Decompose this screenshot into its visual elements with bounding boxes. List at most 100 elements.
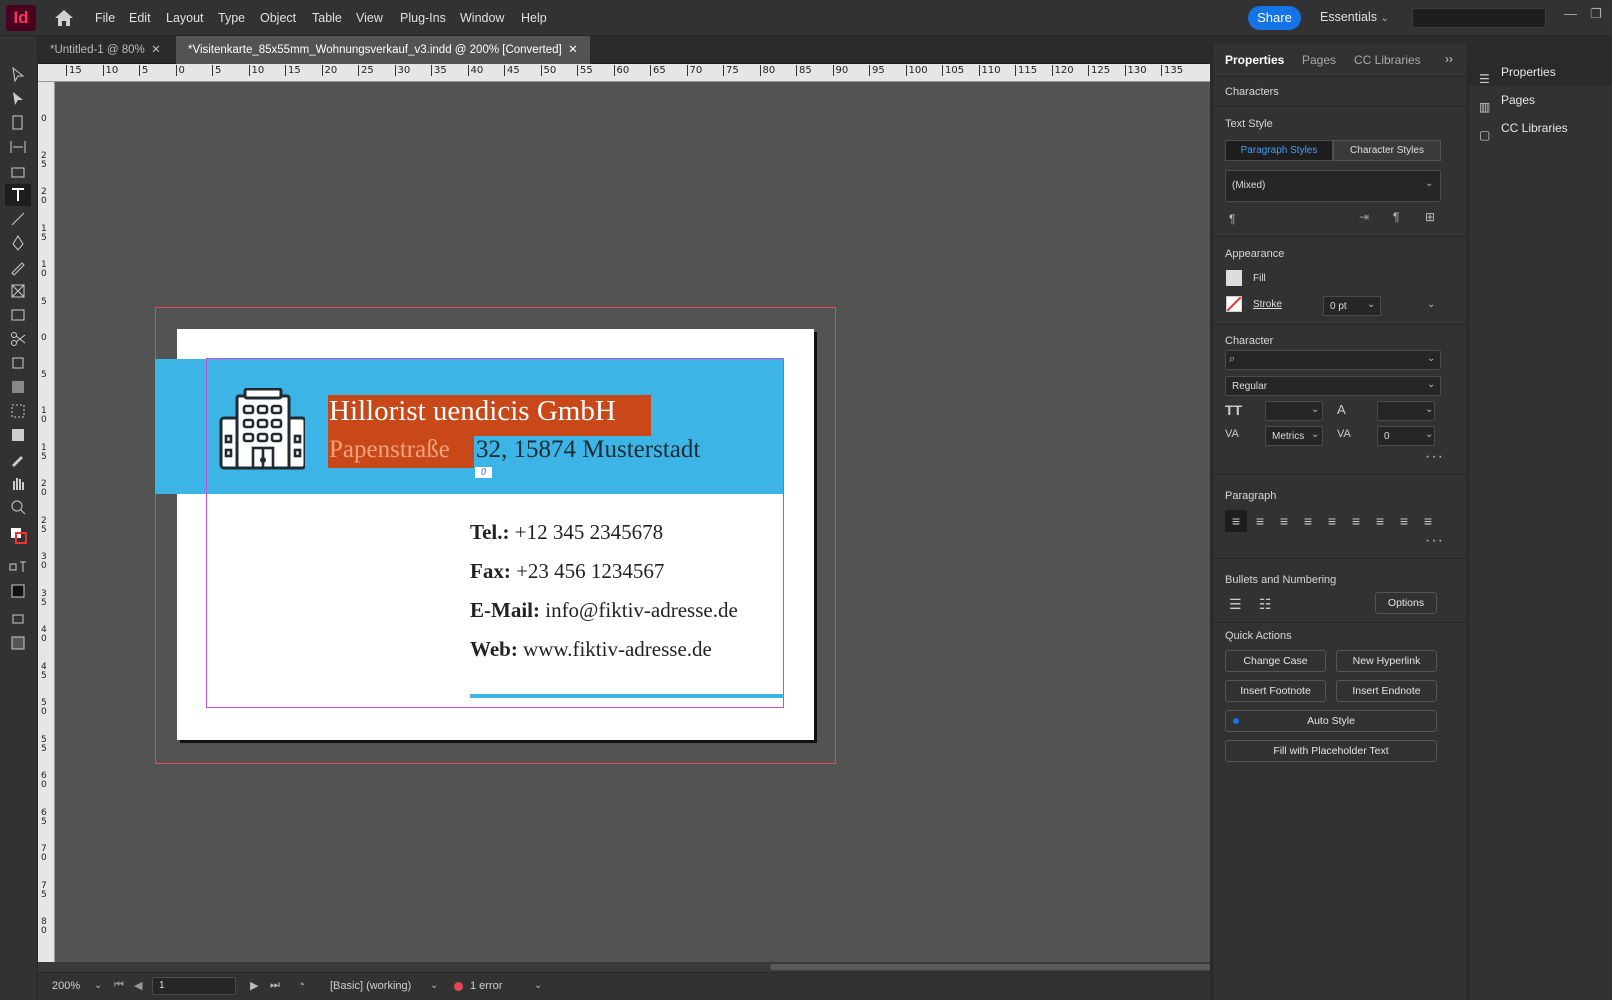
content-collector-icon[interactable] [5, 160, 31, 182]
menu-type[interactable]: Type [218, 0, 245, 36]
restore-icon[interactable]: ❐ [1590, 6, 1602, 22]
last-page-icon[interactable]: ⏭ [270, 979, 280, 992]
align-toward-spine-icon[interactable]: ≡ [1393, 510, 1415, 532]
overset-indicator[interactable]: 0 [474, 466, 493, 479]
scrollbar-thumb[interactable] [770, 964, 1262, 970]
new-style-icon[interactable]: ⊞ [1425, 210, 1435, 224]
menu-window[interactable]: Window [460, 0, 504, 36]
chevron-down-icon[interactable]: ⌄ [94, 980, 102, 991]
style-dropdown[interactable]: (Mixed) [1225, 170, 1441, 202]
chevron-down-icon[interactable]: ⌄ [534, 980, 542, 991]
scissors-tool-icon[interactable] [5, 328, 31, 350]
align-center-icon[interactable]: ≡ [1249, 510, 1271, 532]
chevron-down-icon[interactable]: ⌄ [1425, 429, 1433, 440]
hand-tool-icon[interactable] [5, 472, 31, 494]
horizontal-ruler[interactable]: 15 10 5 0 5 10 15 20 25 30 35 40 45 50 55 60 65 70 75 80 85 9… [38, 64, 1210, 82]
numbered-list-icon[interactable]: ☷ [1259, 596, 1272, 613]
panel-item-pages[interactable]: ▥ Pages [1469, 86, 1612, 114]
justify-center-icon[interactable]: ≡ [1321, 510, 1343, 532]
justify-left-icon[interactable]: ≡ [1297, 510, 1319, 532]
street-address[interactable]: Papenstraße [329, 436, 450, 464]
type-tool-icon[interactable] [5, 184, 31, 206]
note-tool-icon[interactable] [5, 424, 31, 446]
panel-menu-icon[interactable]: ›› [1445, 52, 1453, 66]
chevron-down-icon[interactable]: ⌄ [1425, 404, 1433, 415]
tab-cc-libraries[interactable]: CC Libraries [1354, 44, 1421, 76]
tab-pages[interactable]: Pages [1302, 44, 1336, 76]
gradient-feather-tool-icon[interactable] [5, 400, 31, 422]
chevron-down-icon[interactable]: ⌄ [430, 980, 438, 991]
zoom-tool-icon[interactable] [5, 496, 31, 518]
free-transform-tool-icon[interactable] [5, 352, 31, 374]
close-icon[interactable]: ✕ [568, 44, 578, 56]
gradient-tool-icon[interactable] [5, 376, 31, 398]
share-button[interactable]: Share [1248, 6, 1301, 30]
bulleted-list-icon[interactable]: ☰ [1229, 596, 1242, 613]
change-case-button[interactable]: Change Case [1225, 650, 1326, 672]
stroke-label[interactable]: Stroke [1253, 299, 1282, 310]
chevron-down-icon[interactable]: ⌄ [1367, 299, 1375, 310]
menu-file[interactable]: File [95, 0, 115, 36]
paragraph-style-options-icon[interactable]: ¶ [1393, 210, 1399, 224]
contact-email[interactable]: E-Mail: info@fiktiv-adresse.de [470, 598, 738, 623]
screen-mode-icon[interactable] [5, 608, 31, 630]
next-page-icon[interactable]: ▶ [250, 979, 258, 992]
more-options-icon[interactable]: ··· [1425, 448, 1444, 466]
prev-page-icon[interactable]: ◀ [134, 979, 142, 992]
insert-endnote-button[interactable]: Insert Endnote [1336, 680, 1437, 702]
align-away-spine-icon[interactable]: ≡ [1417, 510, 1439, 532]
first-page-icon[interactable]: ⏮ [114, 979, 124, 992]
error-count[interactable]: 1 error [470, 980, 502, 992]
company-name[interactable]: Hillorist uendicis GmbH [329, 395, 616, 428]
auto-style-button[interactable]: Auto Style [1225, 710, 1437, 732]
panel-item-properties[interactable]: ☰ Properties [1469, 58, 1612, 86]
font-family-field[interactable] [1225, 350, 1441, 370]
menu-object[interactable]: Object [260, 0, 296, 36]
menu-view[interactable]: View [356, 0, 383, 36]
insert-footnote-button[interactable]: Insert Footnote [1225, 680, 1326, 702]
edit-view-icon[interactable] [5, 632, 31, 654]
page-tool-icon[interactable] [5, 112, 31, 134]
menu-edit[interactable]: Edit [129, 0, 151, 36]
preflight-icon[interactable]: ◔ [298, 979, 305, 991]
city-address[interactable]: 32, 15874 Musterstadt [476, 436, 700, 464]
rectangle-frame-tool-icon[interactable] [5, 280, 31, 302]
minimize-icon[interactable]: — [1564, 6, 1577, 21]
eyedropper-tool-icon[interactable] [5, 448, 31, 470]
building-icon[interactable] [219, 387, 307, 470]
justify-right-icon[interactable]: ≡ [1345, 510, 1367, 532]
menu-plugins[interactable]: Plug-Ins [400, 0, 446, 36]
font-style-dropdown[interactable]: Regular [1225, 376, 1441, 396]
pencil-tool-icon[interactable] [5, 256, 31, 278]
chevron-down-icon[interactable]: ⌄ [1311, 404, 1319, 415]
search-input[interactable] [1412, 8, 1546, 28]
workspace-switcher[interactable]: Essentials ⌄ [1320, 0, 1389, 36]
chevron-down-icon[interactable]: ⌄ [1427, 379, 1435, 390]
chevron-down-icon[interactable]: ⌄ [1427, 353, 1435, 364]
fill-placeholder-button[interactable]: Fill with Placeholder Text [1225, 740, 1437, 762]
page-number-field[interactable]: 1 [152, 977, 236, 995]
clear-overrides-icon[interactable]: ⇥ [1359, 210, 1369, 224]
align-right-icon[interactable]: ≡ [1273, 510, 1295, 532]
chevron-down-icon[interactable]: ⌄ [1427, 299, 1435, 310]
menu-layout[interactable]: Layout [166, 0, 204, 36]
gap-tool-icon[interactable] [5, 136, 31, 158]
accent-rule[interactable] [470, 694, 784, 698]
zoom-level[interactable]: 200% [52, 980, 80, 992]
tab-properties[interactable]: Properties [1225, 44, 1284, 76]
vertical-ruler[interactable]: 0 2 5 2 0 1 5 1 0 5 0 5 1 0 1 5 2 0 2 5 3 0 3 5 4 0 4 5… [38, 82, 55, 962]
tab-visitenkarte[interactable]: *Visitenkarte_85x55mm_Wohnungsverkauf_v3… [176, 36, 590, 64]
line-tool-icon[interactable] [5, 208, 31, 230]
stroke-none-swatch-icon[interactable] [1226, 296, 1242, 312]
justify-all-icon[interactable]: ≡ [1369, 510, 1391, 532]
more-options-icon[interactable]: ··· [1425, 532, 1444, 550]
chevron-down-icon[interactable]: ⌄ [1425, 178, 1433, 189]
menu-help[interactable]: Help [521, 0, 547, 36]
close-icon[interactable]: ✕ [151, 44, 161, 56]
new-hyperlink-button[interactable]: New Hyperlink [1336, 650, 1437, 672]
pilcrow-icon[interactable]: ¶ [1229, 212, 1235, 226]
character-styles-tab[interactable]: Character Styles [1333, 140, 1441, 161]
panel-item-cc-libraries[interactable]: ▢ CC Libraries [1469, 114, 1612, 142]
normal-view-icon[interactable] [5, 580, 31, 602]
menu-table[interactable]: Table [312, 0, 342, 36]
